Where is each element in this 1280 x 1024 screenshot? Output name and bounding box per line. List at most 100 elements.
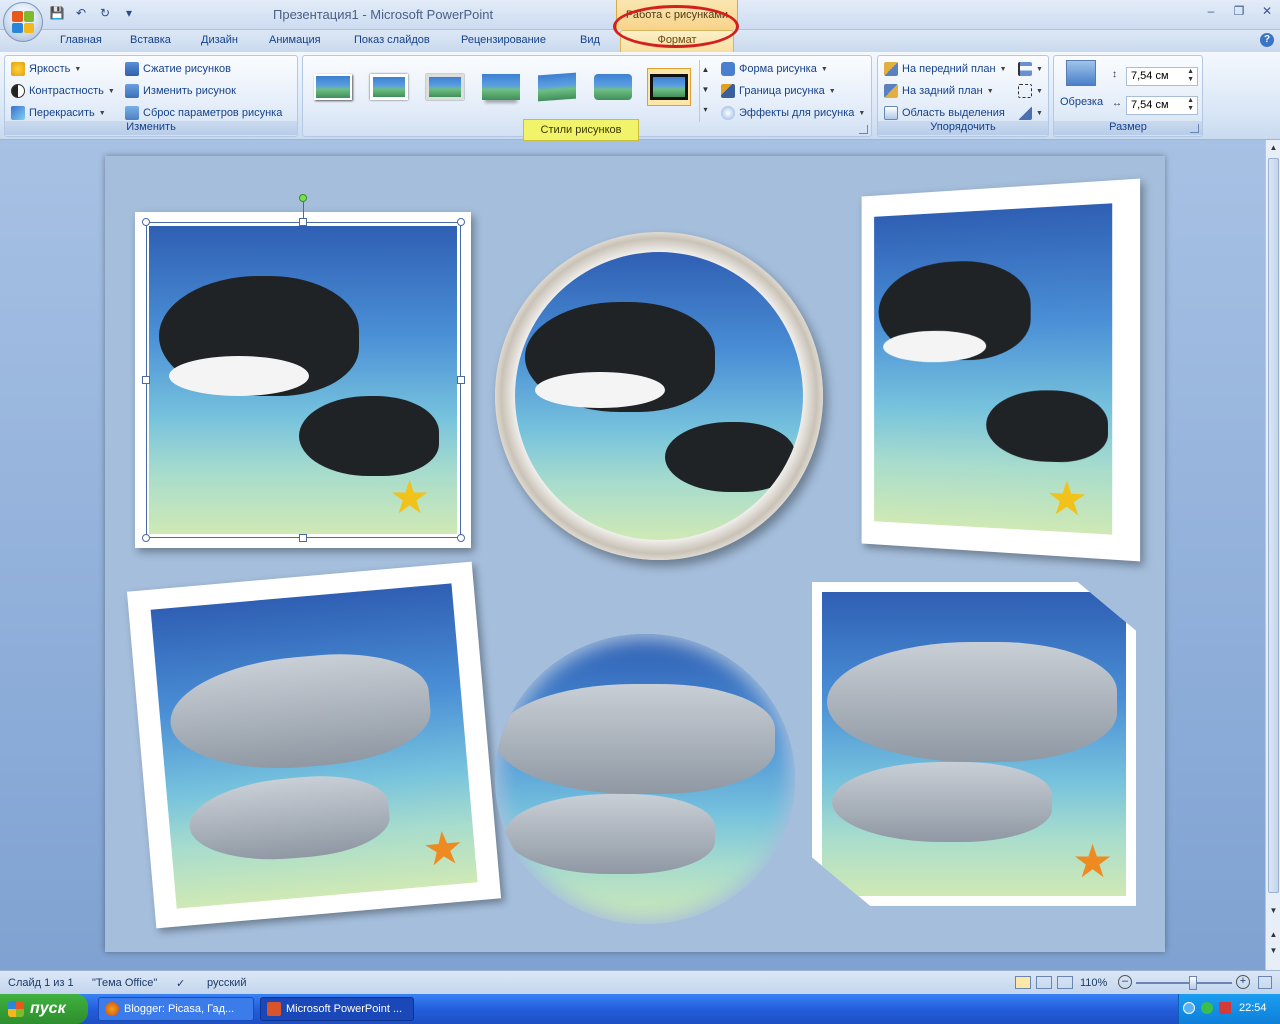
align-button[interactable]: ▼ (1018, 60, 1043, 78)
orca-picture-3[interactable]: ★ (874, 203, 1113, 535)
rotation-handle[interactable] (299, 194, 307, 202)
brightness-button[interactable]: Яркость ▼ (11, 60, 81, 78)
picture-style-4[interactable] (479, 68, 523, 106)
zoom-level[interactable]: 110% (1080, 977, 1107, 989)
dolphin-picture-1[interactable]: ★ (150, 583, 478, 909)
group-objects-button[interactable]: ▼ (1018, 82, 1043, 100)
brightness-label: Яркость (29, 63, 71, 75)
taskbar-item-firefox[interactable]: Blogger: Picasa, Гад... (98, 997, 254, 1021)
tab-view[interactable]: Вид (580, 34, 600, 46)
tab-animation[interactable]: Анимация (269, 34, 321, 46)
minimize-icon[interactable]: – (1202, 4, 1220, 20)
dolphin-picture-2[interactable]: ★ (822, 592, 1126, 896)
picture-dolphin-snipped-frame[interactable]: ★ (812, 582, 1136, 906)
start-button[interactable]: пуск (0, 994, 88, 1024)
redo-icon[interactable]: ↻ (96, 5, 114, 21)
customize-qat-icon[interactable]: ▾ (120, 5, 138, 21)
zoom-slider-track[interactable] (1136, 976, 1232, 990)
help-icon[interactable]: ? (1260, 33, 1274, 47)
recolor-button[interactable]: Перекрасить ▼ (11, 104, 106, 122)
height-field[interactable]: 7,54 см ▲ ▼ (1126, 67, 1198, 86)
picture-style-6[interactable] (591, 68, 635, 106)
picture-border-button[interactable]: Граница рисунка ▼ (721, 82, 836, 100)
picture-style-1[interactable] (311, 68, 355, 106)
vertical-scrollbar[interactable]: ▲ ▼ ▲ ▼ (1265, 140, 1280, 970)
resize-handle-e[interactable] (457, 376, 465, 384)
dolphin-picture-soft-circle[interactable] (495, 634, 795, 924)
tab-design[interactable]: Дизайн (201, 34, 238, 46)
tab-home[interactable]: Главная (60, 34, 102, 46)
restore-icon[interactable]: ❐ (1230, 4, 1248, 20)
fit-to-window-icon[interactable] (1258, 976, 1272, 989)
normal-view-icon[interactable] (1015, 976, 1031, 989)
rotate-button[interactable]: ▼ (1018, 104, 1043, 122)
save-icon[interactable]: 💾 (48, 5, 66, 21)
picture-style-2[interactable] (367, 68, 411, 106)
resize-handle-sw[interactable] (142, 534, 150, 542)
crop-icon[interactable] (1066, 60, 1096, 86)
red-highlight-ellipse (613, 5, 739, 48)
starfish-icon: ★ (389, 471, 431, 523)
close-icon[interactable]: ✕ (1258, 4, 1276, 20)
resize-handle-s[interactable] (299, 534, 307, 542)
tray-network-icon[interactable] (1201, 1002, 1213, 1014)
picture-style-7-selected[interactable] (647, 68, 691, 106)
orca-picture-2[interactable] (515, 252, 803, 540)
scroll-thumb[interactable] (1268, 158, 1279, 893)
tab-review[interactable]: Рецензирование (461, 34, 546, 46)
theme-name[interactable]: "Тема Office" (92, 977, 157, 989)
change-picture-button[interactable]: Изменить рисунок (125, 82, 236, 100)
resize-handle-w[interactable] (142, 376, 150, 384)
size-dialog-launcher[interactable] (1190, 124, 1199, 133)
reset-picture-button[interactable]: Сброс параметров рисунка (125, 104, 282, 122)
picture-orca-circle-frame[interactable] (495, 232, 823, 560)
taskbar-item-powerpoint[interactable]: Microsoft PowerPoint ... (260, 997, 414, 1021)
crop-label[interactable]: Обрезка (1060, 96, 1103, 108)
width-spinner-icon[interactable]: ▲ ▼ (1187, 97, 1194, 113)
zoom-slider-thumb[interactable] (1188, 976, 1197, 990)
next-slide-icon[interactable]: ▼ (1268, 946, 1279, 958)
scroll-up-icon[interactable]: ▲ (1268, 143, 1279, 155)
resize-handle-se[interactable] (457, 534, 465, 542)
compress-label: Сжатие рисунков (143, 63, 232, 75)
styles-dialog-launcher[interactable] (859, 125, 868, 134)
tab-slideshow[interactable]: Показ слайдов (354, 34, 430, 46)
align-icon (1018, 62, 1032, 76)
spellcheck-icon[interactable]: ✓ (176, 977, 185, 990)
picture-effects-button[interactable]: Эффекты для рисунка ▼ (721, 104, 865, 122)
tray-language-icon[interactable] (1219, 1002, 1231, 1014)
height-icon: ↕ (1112, 69, 1117, 80)
picture-dolphin-rotated-frame[interactable]: ★ (126, 561, 502, 929)
height-spinner-icon[interactable]: ▲ ▼ (1187, 68, 1194, 84)
office-button[interactable] (3, 2, 43, 42)
resize-handle-nw[interactable] (142, 218, 150, 226)
slideshow-view-icon[interactable] (1057, 976, 1073, 989)
orca-picture-1[interactable]: ★ (149, 226, 457, 534)
slide-sorter-icon[interactable] (1036, 976, 1052, 989)
compress-pictures-button[interactable]: Сжатие рисунков (125, 60, 231, 78)
picture-effects-label: Эффекты для рисунка (739, 107, 855, 119)
contrast-button[interactable]: Контрастность ▼ (11, 82, 115, 100)
picture-style-3[interactable] (423, 68, 467, 106)
resize-handle-ne[interactable] (457, 218, 465, 226)
previous-slide-icon[interactable]: ▲ (1268, 930, 1279, 942)
scroll-down-icon[interactable]: ▼ (1268, 906, 1279, 918)
resize-handle-n[interactable] (299, 218, 307, 226)
bring-to-front-button[interactable]: На передний план ▼ (884, 60, 1007, 78)
tab-insert[interactable]: Вставка (130, 34, 171, 46)
language-indicator[interactable]: русский (207, 977, 246, 989)
slide[interactable]: ★ ★ ★ ★ (105, 156, 1165, 952)
zoom-out-icon[interactable]: – (1118, 975, 1132, 989)
picture-orca-perspective-frame[interactable]: ★ (861, 178, 1141, 562)
tray-expand-icon[interactable] (1183, 1002, 1195, 1014)
selection-pane-button[interactable]: Область выделения (884, 104, 1005, 122)
picture-style-5[interactable] (535, 68, 579, 106)
undo-icon[interactable]: ↶ (72, 5, 90, 21)
picture-shape-button[interactable]: Форма рисунка ▼ (721, 60, 828, 78)
picture-orca-frame-selected[interactable]: ★ (135, 212, 471, 548)
send-back-icon (884, 84, 898, 98)
width-field[interactable]: 7,54 см ▲ ▼ (1126, 96, 1198, 115)
styles-gallery-scroll[interactable]: ▲ ▼ ▾ (699, 60, 711, 122)
zoom-in-icon[interactable]: + (1236, 975, 1250, 989)
send-to-back-button[interactable]: На задний план ▼ (884, 82, 994, 100)
